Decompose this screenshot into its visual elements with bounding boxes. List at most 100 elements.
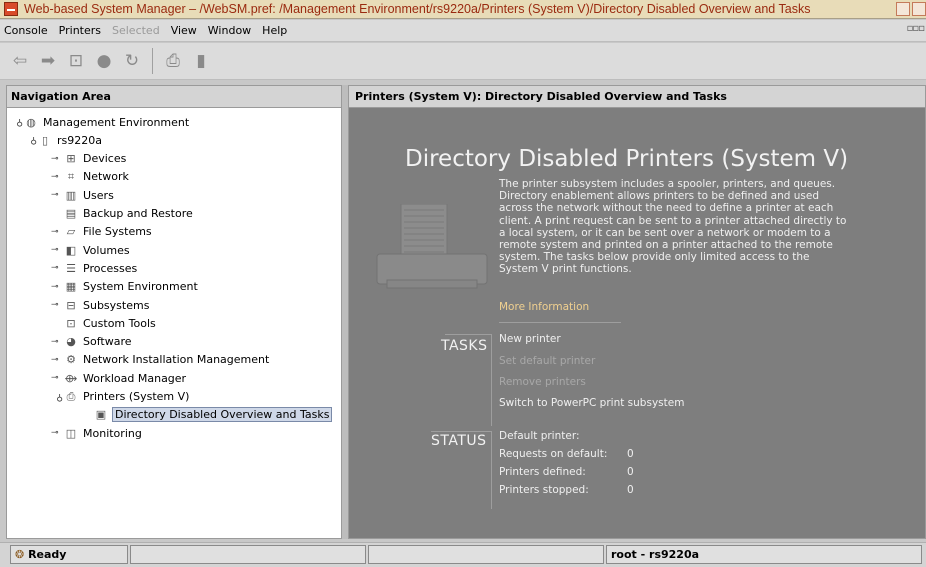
status-label: STATUS bbox=[431, 433, 487, 449]
overview-description: The printer subsystem includes a spooler… bbox=[499, 178, 847, 276]
overview-title: Directory Disabled Printers (System V) bbox=[405, 146, 849, 172]
task-set-default-printer[interactable]: Set default printer bbox=[499, 355, 595, 367]
tree-item[interactable]: ⊸ ◕ Software bbox=[51, 333, 132, 351]
status-requests-value: 0 bbox=[627, 448, 634, 460]
collapsed-toggle-icon[interactable]: ⊸ bbox=[51, 373, 63, 383]
tree-item[interactable]: ⊸ ⊞ Devices bbox=[51, 150, 126, 168]
collapsed-toggle-icon[interactable]: ⊸ bbox=[51, 300, 63, 310]
tree-item[interactable]: ⊸ ◫ Monitoring bbox=[51, 424, 142, 442]
tree-item[interactable]: ⊸ ⊟ Subsystems bbox=[51, 296, 149, 314]
back-icon[interactable]: ⇦ bbox=[6, 47, 34, 75]
tree-item[interactable]: ⚲ ▯ rs9220a bbox=[25, 131, 102, 149]
menu-printers[interactable]: Printers bbox=[59, 24, 101, 37]
status-requests-label: Requests on default: bbox=[499, 448, 608, 460]
collapsed-toggle-icon[interactable]: ⊸ bbox=[51, 355, 63, 365]
overview-icon: ▣ bbox=[95, 408, 107, 422]
users-icon: ▥ bbox=[65, 188, 77, 202]
divider bbox=[499, 322, 621, 323]
content-area: Printers (System V): Directory Disabled … bbox=[348, 85, 926, 539]
menu-bar: Console Printers Selected View Window He… bbox=[0, 20, 926, 42]
print-icon[interactable]: ⎙ bbox=[159, 47, 187, 75]
expanded-toggle-icon[interactable]: ⚲ bbox=[11, 117, 23, 127]
restore-panes-icon[interactable]: ▫▫▫ bbox=[907, 23, 925, 34]
navigation-header: Navigation Area bbox=[7, 86, 341, 108]
divider bbox=[445, 334, 491, 335]
maximize-button[interactable] bbox=[912, 2, 926, 16]
tree-item-label: Network bbox=[83, 170, 129, 184]
tree-item-label: Network Installation Management bbox=[83, 353, 270, 367]
navigation-area: Navigation Area ⚲ ◍ Management Environment… bbox=[6, 85, 342, 539]
tree-item[interactable]: ⊸ ▥ Users bbox=[51, 186, 114, 204]
computer-icon: ▯ bbox=[41, 133, 49, 147]
task-new-printer[interactable]: New printer bbox=[499, 333, 561, 345]
tree-item-label: rs9220a bbox=[57, 133, 102, 147]
tree-item[interactable]: ⊸ ▦ System Environment bbox=[51, 278, 198, 296]
volumes-icon: ◧ bbox=[65, 243, 77, 257]
menu-view[interactable]: View bbox=[171, 24, 197, 37]
menu-console[interactable]: Console bbox=[4, 24, 48, 37]
nim-icon: ⚙ bbox=[66, 353, 76, 367]
tree-item[interactable]: ⊸ ⚙ Network Installation Management bbox=[51, 351, 269, 369]
status-progress-field bbox=[368, 545, 604, 564]
tree-item[interactable]: ⊸ ☰ Processes bbox=[51, 259, 137, 277]
tree-item-label: Backup and Restore bbox=[83, 207, 193, 220]
tree-item[interactable]: ⊸ ▱ File Systems bbox=[51, 223, 152, 241]
tree-item-label: File Systems bbox=[83, 225, 152, 239]
collapsed-toggle-icon[interactable]: ⊸ bbox=[51, 263, 63, 273]
tree-item[interactable]: ⚲ ◍ Management Environment bbox=[11, 113, 189, 131]
tree-item-label: Subsystems bbox=[83, 298, 150, 312]
collapsed-toggle-icon[interactable]: ⊸ bbox=[51, 428, 63, 438]
status-message-field bbox=[130, 545, 366, 564]
delete-icon[interactable]: ▮ bbox=[187, 47, 215, 75]
processes-icon: ☰ bbox=[66, 261, 76, 275]
task-switch-to-powerpc[interactable]: Switch to PowerPC print subsystem bbox=[499, 397, 684, 409]
status-printers-defined-value: 0 bbox=[627, 466, 634, 478]
tree-item[interactable]: ⊸ ◧ Volumes bbox=[51, 241, 130, 259]
tree-item[interactable]: ⊸ ⌗ Network bbox=[51, 168, 129, 186]
window-menu-button[interactable] bbox=[4, 2, 18, 16]
tree-item[interactable]: ⊸ ⟴ Workload Manager bbox=[51, 369, 186, 387]
tools-icon: ⊡ bbox=[66, 316, 76, 330]
tree-item[interactable]: ▣ Directory Disabled Overview and Tasks bbox=[81, 406, 333, 424]
stop-icon[interactable]: ● bbox=[90, 47, 118, 75]
menu-selected[interactable]: Selected bbox=[112, 24, 160, 37]
collapsed-toggle-icon[interactable]: ⊸ bbox=[51, 154, 63, 164]
window-title: Web-based System Manager – /WebSM.pref: … bbox=[24, 2, 811, 16]
tree-item-label: Devices bbox=[83, 152, 127, 166]
monitor-icon: ◫ bbox=[65, 426, 77, 440]
menu-window[interactable]: Window bbox=[208, 24, 251, 37]
tree-item[interactable]: ▤ Backup and Restore bbox=[51, 205, 193, 223]
collapsed-toggle-icon[interactable]: ⊸ bbox=[51, 282, 63, 292]
tree-item-label: Monitoring bbox=[83, 426, 142, 440]
system-environment-icon: ▦ bbox=[65, 280, 77, 294]
tree-item-label: Volumes bbox=[83, 243, 130, 257]
tree-item-label: Printers (System V) bbox=[83, 390, 190, 403]
title-bar: Web-based System Manager – /WebSM.pref: … bbox=[0, 0, 926, 19]
collapsed-toggle-icon[interactable]: ⊸ bbox=[51, 245, 63, 255]
tree-item-label: Management Environment bbox=[43, 115, 190, 129]
minimize-button[interactable] bbox=[896, 2, 910, 16]
status-ready: ❂ Ready bbox=[10, 545, 128, 564]
globe-icon: ◍ bbox=[26, 115, 36, 129]
tasks-label: TASKS bbox=[441, 338, 488, 354]
tree-item[interactable]: ⊡ Custom Tools bbox=[51, 314, 156, 332]
collapsed-toggle-icon[interactable]: ⊸ bbox=[51, 337, 63, 347]
tree-item-label: Custom Tools bbox=[83, 316, 156, 330]
collapsed-toggle-icon[interactable]: ⊸ bbox=[51, 227, 63, 237]
menu-help[interactable]: Help bbox=[262, 24, 287, 37]
expanded-toggle-icon[interactable]: ⚲ bbox=[51, 392, 63, 402]
task-remove-printers[interactable]: Remove printers bbox=[499, 376, 586, 388]
expanded-toggle-icon[interactable]: ⚲ bbox=[25, 135, 37, 145]
up-icon[interactable]: ⊡ bbox=[62, 47, 90, 75]
collapsed-toggle-icon[interactable]: ⊸ bbox=[51, 190, 63, 200]
status-printers-stopped-label: Printers stopped: bbox=[499, 484, 589, 496]
reload-icon[interactable]: ↻ bbox=[118, 47, 146, 75]
forward-icon[interactable]: ➡ bbox=[34, 47, 62, 75]
divider bbox=[491, 431, 492, 509]
printer-icon: ⎙ bbox=[66, 389, 76, 403]
subsystems-icon: ⊟ bbox=[66, 298, 76, 312]
tree-item-label: Processes bbox=[83, 261, 138, 275]
tree-item[interactable]: ⚲ ⎙ Printers (System V) bbox=[51, 388, 189, 406]
more-information-link[interactable]: More Information bbox=[499, 301, 589, 313]
collapsed-toggle-icon[interactable]: ⊸ bbox=[51, 172, 63, 182]
